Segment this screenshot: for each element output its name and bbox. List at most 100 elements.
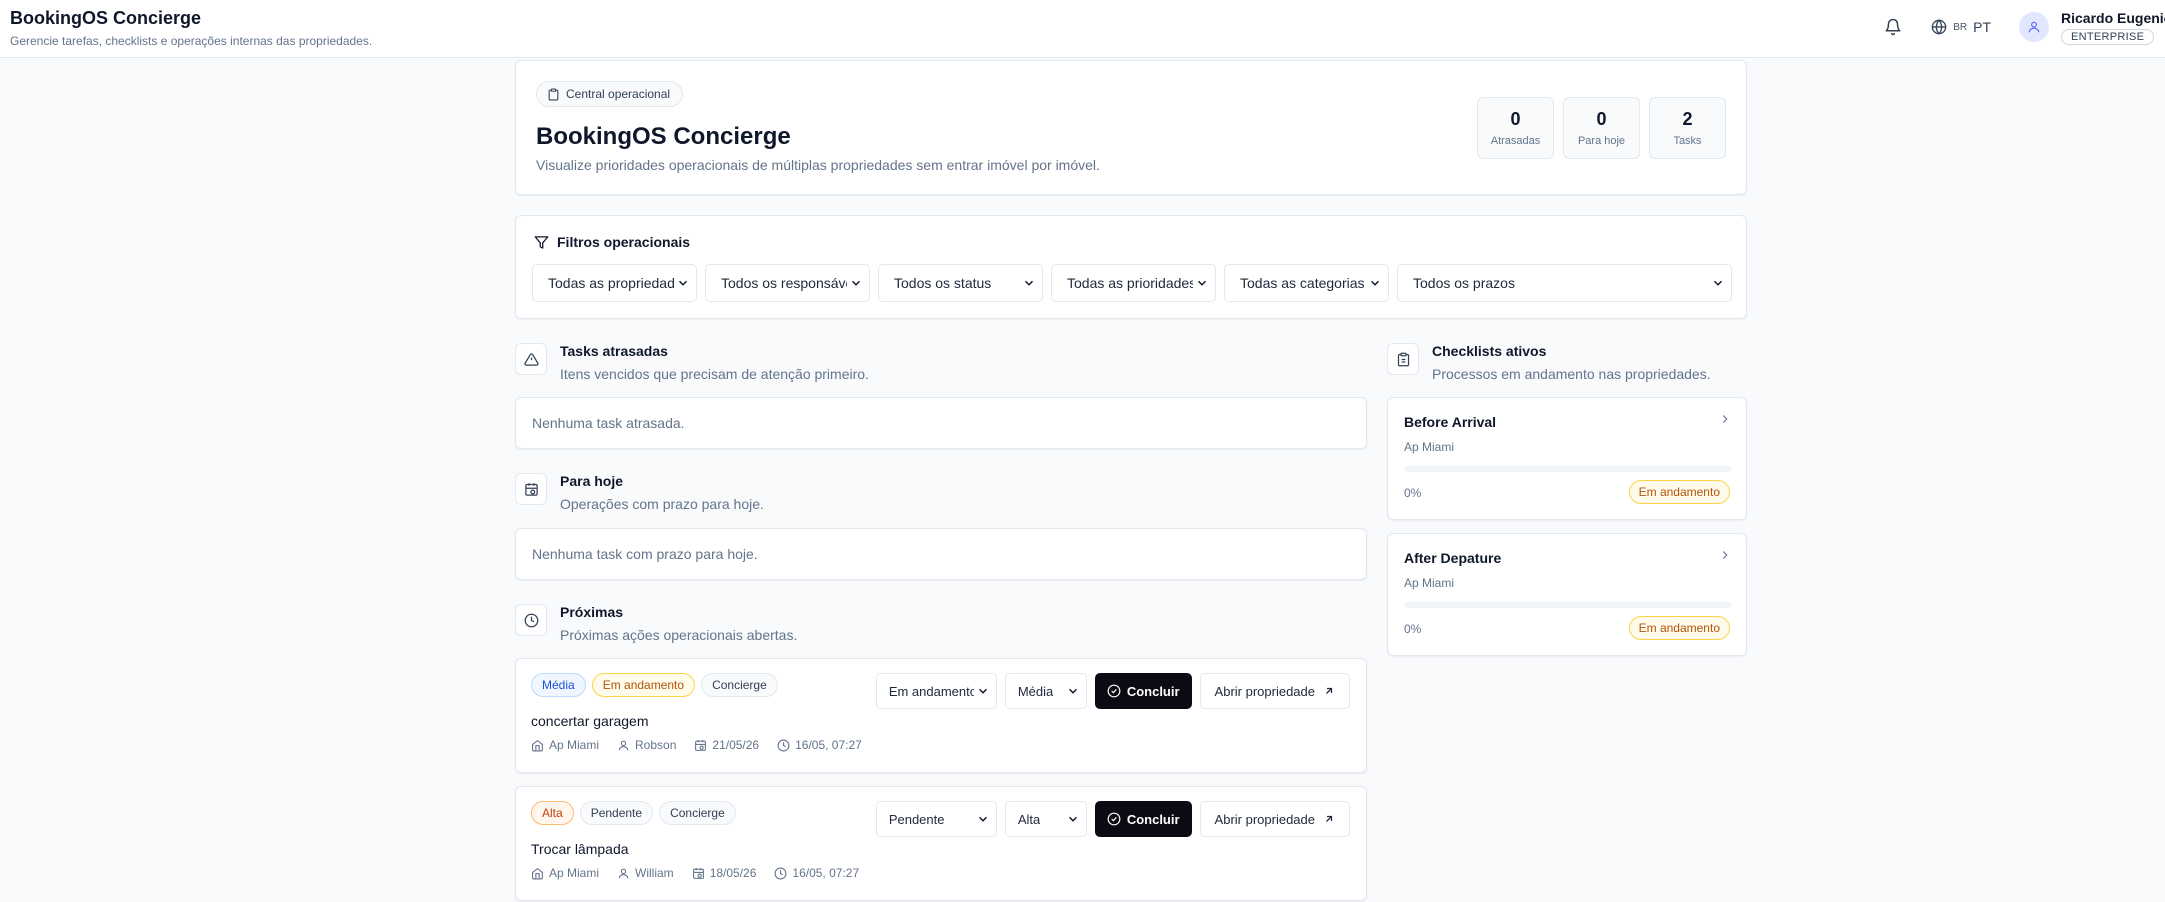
checklist-card[interactable]: After Depature Ap Miami 0% Em andamento [1387, 533, 1747, 656]
task-created-label: 16/05, 07:27 [795, 738, 862, 752]
stats: 0 Atrasadas 0 Para hoje 2 Tasks [1477, 97, 1726, 159]
next-subtitle: Próximas ações operacionais abertas. [560, 627, 798, 643]
status-badge: Pendente [579, 801, 654, 825]
task-status-select[interactable]: Em andamento [875, 673, 997, 709]
select-value: Em andamento [888, 683, 974, 699]
open-property-label: Abrir propriedade [1214, 811, 1315, 827]
overdue-title: Tasks atrasadas [560, 343, 668, 359]
chevron-down-icon [1022, 276, 1036, 290]
task-status-select[interactable]: Pendente [875, 801, 997, 837]
app-title: BookingOS Concierge [10, 8, 202, 28]
checklist-status-badge: Em andamento [1628, 616, 1730, 640]
task-assignee-label: Robson [635, 738, 677, 752]
complete-button[interactable]: Concluir [1094, 673, 1192, 709]
task-assignee: William [617, 866, 674, 880]
task-assignee: Robson [617, 738, 676, 752]
next-title: Próximas [560, 604, 624, 620]
clipboard-list-icon [1387, 343, 1419, 375]
task-due: 21/05/26 [694, 738, 759, 752]
language-flag: BR [1953, 21, 1968, 33]
external-link-icon [1323, 685, 1335, 697]
filter-priorities-select[interactable]: Todas as prioridades [1051, 264, 1216, 302]
complete-label: Concluir [1126, 683, 1180, 699]
stat-tasks: 2 Tasks [1649, 97, 1726, 159]
chevron-right-icon [1718, 412, 1732, 426]
task-property: Ap Miami [531, 866, 599, 880]
page-description: Visualize prioridades operacionais de mú… [536, 157, 1100, 173]
language-code: PT [1973, 19, 1991, 35]
status-badge: Em andamento [591, 673, 696, 697]
task-card: Média Em andamento Concierge concertar g… [515, 658, 1367, 773]
central-chip: Central operacional [536, 81, 684, 107]
task-priority-select[interactable]: Média [1004, 673, 1087, 709]
stat-label: Atrasadas [1490, 135, 1541, 147]
home-icon [531, 867, 544, 880]
task-title: Trocar lâmpada [531, 841, 629, 857]
app-subtitle: Gerencie tarefas, checklists e operações… [10, 34, 373, 48]
task-property-label: Ap Miami [549, 866, 600, 880]
calendar-clock-icon [515, 473, 547, 505]
avatar [2019, 12, 2049, 42]
filter-categories-select[interactable]: Todas as categorias [1224, 264, 1389, 302]
home-icon [531, 739, 544, 752]
priority-badge: Média [531, 673, 586, 697]
task-property: Ap Miami [531, 738, 599, 752]
hero-card: Central operacional BookingOS Concierge … [515, 60, 1747, 195]
filter-properties-select[interactable]: Todas as propriedades [532, 264, 697, 302]
clock-icon [515, 604, 547, 636]
complete-button[interactable]: Concluir [1094, 801, 1192, 837]
checklist-progress-bar [1404, 602, 1732, 608]
task-created: 16/05, 07:27 [774, 866, 859, 880]
filter-deadlines-select[interactable]: Todos os prazos [1397, 264, 1732, 302]
filter-assignees-select[interactable]: Todos os responsáveis [705, 264, 870, 302]
task-created-label: 16/05, 07:27 [792, 866, 860, 880]
task-tags: Alta Pendente Concierge [531, 801, 736, 825]
stat-value: 0 [1510, 109, 1521, 129]
filters-title: Filtros operacionais [557, 234, 691, 250]
open-property-button[interactable]: Abrir propriedade [1199, 801, 1350, 837]
chip-label: Central operacional [566, 87, 671, 101]
user-menu[interactable]: Ricardo Eugenio ENTERPRISE [2019, 10, 2165, 45]
task-card: Alta Pendente Concierge Trocar lâmpada A… [515, 786, 1367, 901]
chevron-down-icon [976, 684, 990, 698]
user-icon [617, 739, 630, 752]
select-value: Todas as categorias [1240, 275, 1365, 291]
overdue-empty: Nenhuma task atrasada. [515, 397, 1367, 449]
chevron-down-icon [1066, 812, 1080, 826]
chevron-down-icon [849, 276, 863, 290]
stat-label: Tasks [1673, 135, 1702, 147]
category-badge: Concierge [659, 801, 736, 825]
notifications-bell-icon[interactable] [1875, 9, 1911, 45]
stat-atrasadas: 0 Atrasadas [1477, 97, 1554, 159]
open-property-button[interactable]: Abrir propriedade [1199, 673, 1350, 709]
chevron-down-icon [1711, 276, 1725, 290]
stat-para-hoje: 0 Para hoje [1563, 97, 1640, 159]
checklist-property: Ap Miami [1404, 576, 1455, 590]
task-priority-select[interactable]: Alta [1004, 801, 1087, 837]
check-circle-icon [1107, 684, 1121, 698]
filter-row: Todas as propriedades Todos os responsáv… [532, 264, 1732, 302]
checklists-title: Checklists ativos [1432, 343, 1547, 359]
task-actions: Em andamento Média Concluir Abrir propri… [875, 673, 1350, 709]
user-info: Ricardo Eugenio ENTERPRISE [2061, 10, 2165, 45]
today-title: Para hoje [560, 473, 624, 489]
top-bar: BookingOS Concierge Gerencie tarefas, ch… [0, 0, 2165, 58]
check-circle-icon [1107, 812, 1121, 826]
today-subtitle: Operações com prazo para hoje. [560, 496, 764, 512]
today-empty: Nenhuma task com prazo para hoje. [515, 528, 1367, 580]
globe-icon [1931, 19, 1947, 35]
language-switcher[interactable]: BR PT [1931, 19, 1991, 35]
overdue-subtitle: Itens vencidos que precisam de atenção p… [560, 366, 869, 382]
chevron-down-icon [676, 276, 690, 290]
checklist-card[interactable]: Before Arrival Ap Miami 0% Em andamento [1387, 397, 1747, 520]
checklist-percent: 0% [1404, 486, 1422, 500]
checklist-percent: 0% [1404, 622, 1422, 636]
user-name: Ricardo Eugenio [2061, 9, 2165, 26]
checklist-name: After Depature [1404, 550, 1502, 566]
select-value: Todos os prazos [1413, 275, 1515, 291]
filter-status-select[interactable]: Todos os status [878, 264, 1043, 302]
select-value: Pendente [888, 811, 945, 827]
chevron-down-icon [976, 812, 990, 826]
select-value: Alta [1017, 811, 1041, 827]
task-actions: Pendente Alta Concluir Abrir propriedade [875, 801, 1350, 837]
